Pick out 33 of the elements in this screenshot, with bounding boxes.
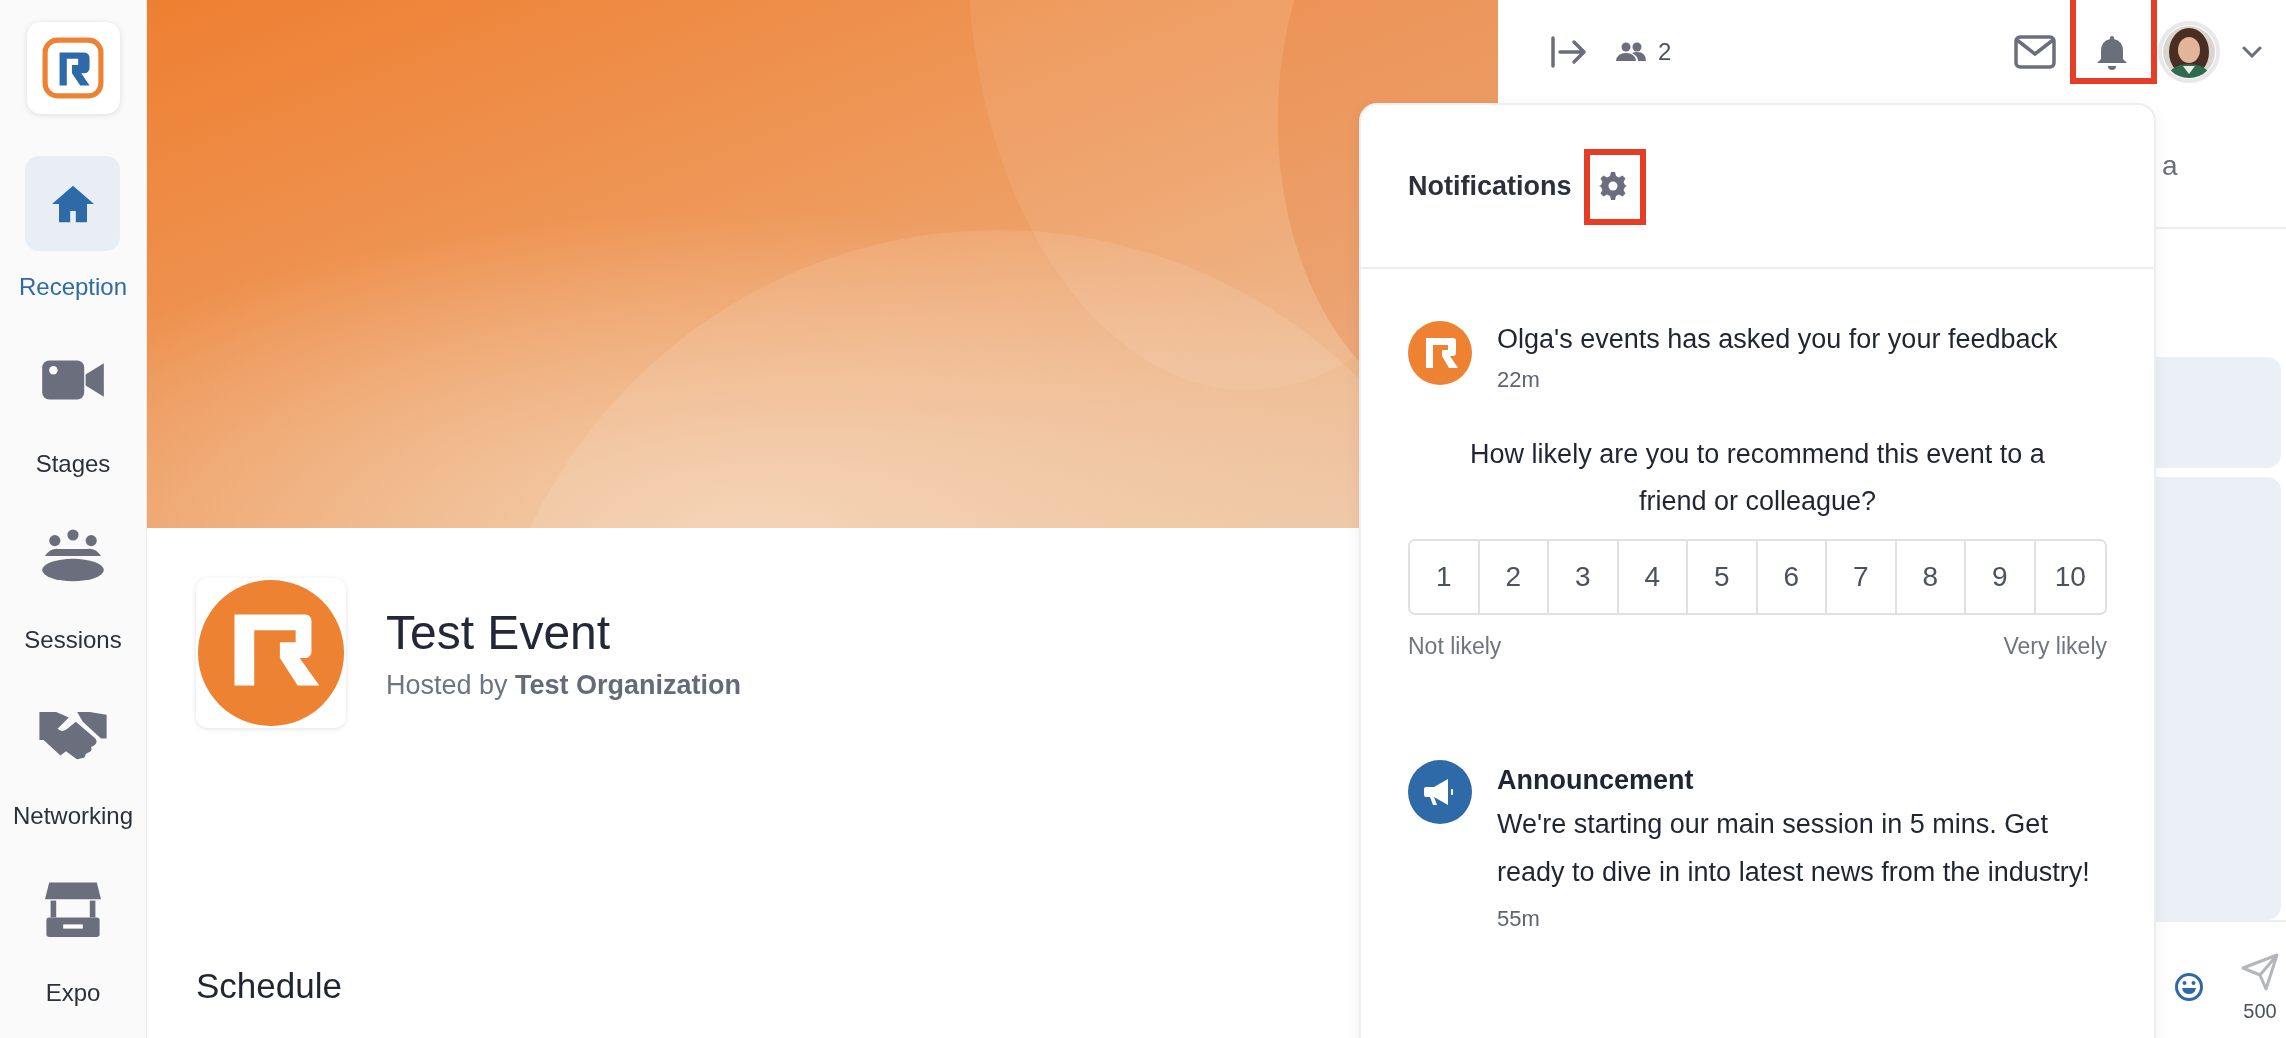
- rating-option[interactable]: 1: [1410, 541, 1480, 613]
- market-stall-icon: [43, 879, 103, 939]
- event-title: Test Event: [386, 605, 612, 660]
- people-icon: [1616, 42, 1646, 62]
- panel-title: Notifications: [1408, 170, 1572, 202]
- notification-time: 55m: [1497, 906, 1541, 932]
- nav-item[interactable]: Sessions: [24, 508, 122, 686]
- emoji-icon[interactable]: [2174, 972, 2204, 1002]
- chevron-down-icon[interactable]: [2242, 46, 2262, 58]
- tab-label[interactable]: a: [2162, 149, 2178, 182]
- leave-icon[interactable]: [1550, 36, 1588, 68]
- character-count: 500: [2243, 1000, 2277, 1023]
- video-camera-icon: [40, 357, 106, 403]
- attendee-count: 2: [1658, 38, 1672, 66]
- scale-label: Not likely: [1408, 633, 1502, 660]
- mail-icon[interactable]: [2014, 35, 2056, 69]
- app-logo[interactable]: [26, 22, 120, 115]
- nav-item[interactable]: Reception: [18, 156, 128, 333]
- nav-item[interactable]: Stages: [25, 332, 121, 509]
- nav-item[interactable]: Networking: [12, 685, 133, 862]
- organizer-logo: [1408, 321, 1472, 385]
- host-line: Hosted by Test Organization: [386, 670, 742, 701]
- notification-text: We're starting our main session in 5 mins. Get ready to dive in into latest news from the industry!: [1497, 808, 2091, 889]
- nav-item[interactable]: Expo: [25, 861, 121, 1038]
- notification-time: 22m: [1497, 367, 1541, 393]
- scale-label: Very likely: [2003, 633, 2107, 660]
- settings-icon[interactable]: [1597, 171, 1628, 201]
- section-heading: Schedule: [196, 966, 343, 1006]
- survey-question: How likely are you to recommend this event to a friend or colleague?: [1469, 438, 2046, 518]
- megaphone-icon: [1408, 760, 1472, 824]
- notification-bell-icon[interactable]: [2096, 34, 2128, 70]
- notification-title: Announcement: [1497, 764, 1695, 797]
- notification-text: Olga's events has asked you for your feedback: [1497, 323, 2058, 356]
